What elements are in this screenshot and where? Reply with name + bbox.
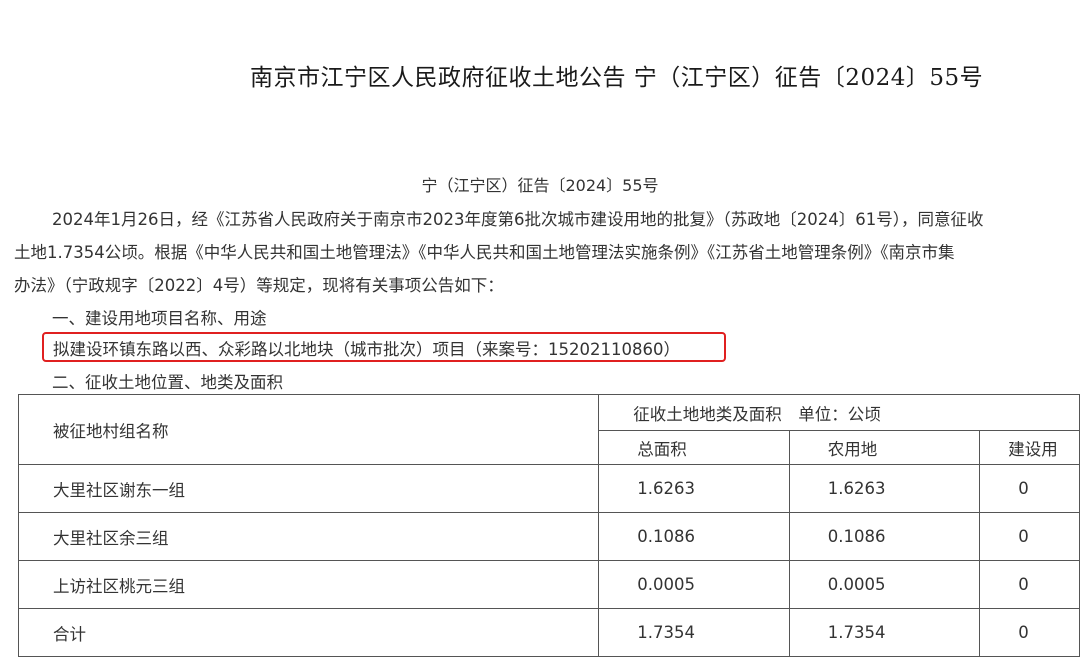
- construction-cell: 0: [979, 464, 1080, 513]
- table-row: 大里社区余三组 0.1086 0.1086 0: [17, 512, 1080, 561]
- farmland-cell: 0.0005: [788, 560, 981, 609]
- farmland-cell: 1.7354: [788, 608, 981, 657]
- table-row: 大里社区谢东一组 1.6263 1.6263 0: [17, 464, 1080, 513]
- section-2-heading: 二、征收土地位置、地类及面积: [52, 373, 283, 392]
- farmland-cell: 0.1086: [788, 512, 981, 561]
- land-acquisition-table: 被征地村组名称 征收土地地类及面积 单位：公顷 总面积 农用地 建设用 大里社区…: [17, 394, 1080, 657]
- construction-cell: 0: [979, 512, 1080, 561]
- total-area-header: 总面积: [598, 430, 790, 465]
- table-row: 上访社区桃元三组 0.0005 0.0005 0: [17, 560, 1080, 609]
- village-name-cell: 大里社区谢东一组: [17, 464, 600, 513]
- total-area-cell: 0.0005: [598, 560, 790, 609]
- table-total-row: 合计 1.7354 1.7354 0: [17, 608, 1080, 657]
- land-type-area-header: 征收土地地类及面积 单位：公顷: [598, 394, 1080, 431]
- section-1-heading: 一、建设用地项目名称、用途: [52, 309, 267, 328]
- total-area-cell: 1.7354: [598, 608, 790, 657]
- total-area-cell: 0.1086: [598, 512, 790, 561]
- paragraph-line-3: 办法》（宁政规字〔2022〕4号）等规定，现将有关事项公告如下：: [14, 276, 504, 295]
- construction-cell: 0: [979, 560, 1080, 609]
- document-number: 宁（江宁区）征告〔2024〕55号: [421, 176, 659, 195]
- project-name-line: 拟建设环镇东路以西、众彩路以北地块（城市批次）项目（来案号：1520211086…: [53, 340, 680, 359]
- page-title: 南京市江宁区人民政府征收土地公告 宁（江宁区）征告〔2024〕55号: [250, 65, 984, 91]
- farmland-header: 农用地: [788, 430, 981, 465]
- paragraph-line-1: 2024年1月26日，经《江苏省人民政府关于南京市2023年度第6批次城市建设用…: [52, 210, 984, 229]
- village-name-cell: 上访社区桃元三组: [17, 560, 600, 609]
- total-area-cell: 1.6263: [598, 464, 790, 513]
- construction-land-header: 建设用: [979, 430, 1080, 465]
- village-name-cell: 大里社区余三组: [17, 512, 600, 561]
- village-header: 被征地村组名称: [17, 394, 600, 465]
- farmland-cell: 1.6263: [788, 464, 981, 513]
- village-name-cell: 合计: [17, 608, 600, 657]
- table-header-row-1: 被征地村组名称 征收土地地类及面积 单位：公顷: [17, 394, 1080, 465]
- paragraph-line-2: 土地1.7354公顷。根据《中华人民共和国土地管理法》《中华人民共和国土地管理法…: [14, 243, 955, 262]
- construction-cell: 0: [979, 608, 1080, 657]
